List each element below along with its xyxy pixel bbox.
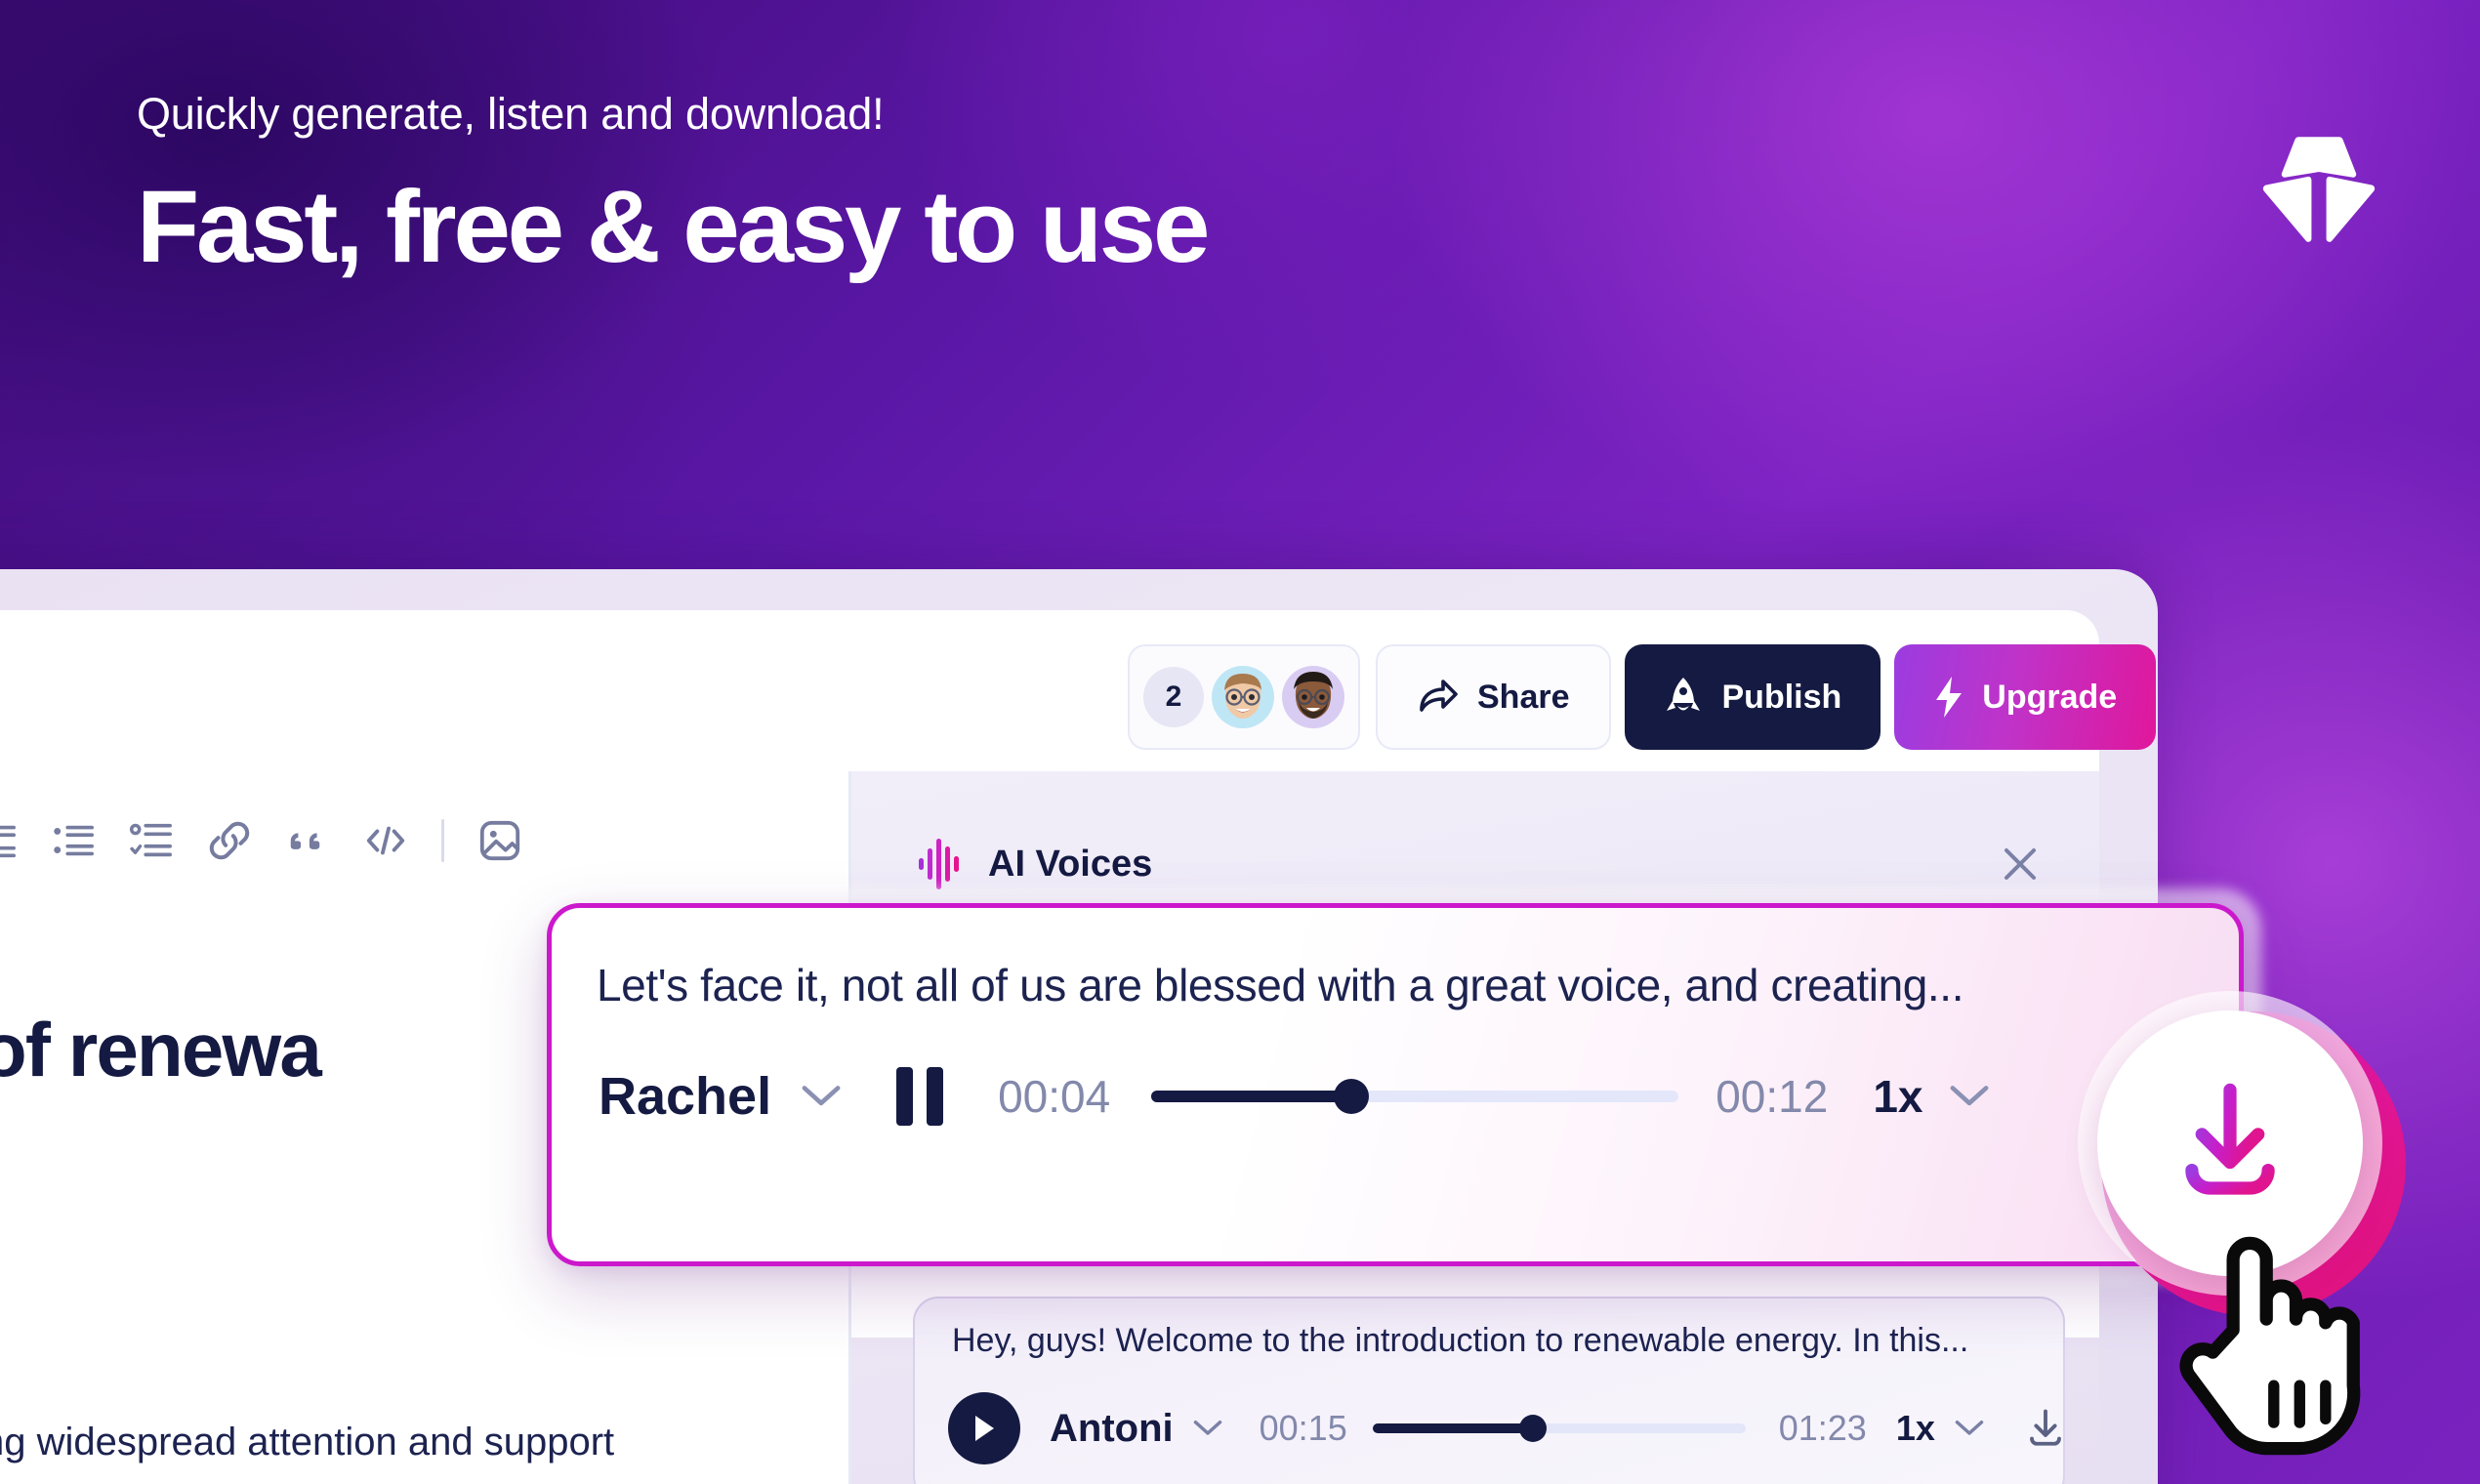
toolbar-divider xyxy=(441,819,444,862)
voice-clip-controls: Antoni 00:15 01:23 1x xyxy=(948,1392,2066,1464)
upgrade-button[interactable]: Upgrade xyxy=(1894,644,2157,750)
hero-subtitle: Quickly generate, listen and download! xyxy=(137,89,885,139)
rocket-icon xyxy=(1666,678,1700,711)
collaborator-count: 2 xyxy=(1143,667,1204,727)
active-voice-player-card[interactable]: Let's face it, not all of us are blessed… xyxy=(547,903,2244,1266)
lightning-bolt-icon xyxy=(1936,677,1963,718)
chevron-down-icon[interactable] xyxy=(1955,1420,1984,1437)
hero-section: Quickly generate, listen and download! F… xyxy=(137,88,1210,284)
editor-toolbar: 1 2 xyxy=(0,818,522,863)
topbar-actions: 2 Share Publish Upgrade xyxy=(1128,644,2157,750)
total-time: 01:23 xyxy=(1778,1408,1867,1448)
pause-button[interactable] xyxy=(896,1067,944,1126)
play-button[interactable] xyxy=(948,1392,1020,1464)
avatar[interactable] xyxy=(1212,666,1274,728)
publish-button[interactable]: Publish xyxy=(1624,644,1881,750)
share-arrow-icon xyxy=(1420,680,1458,712)
quote-icon[interactable] xyxy=(285,818,330,863)
current-time: 00:04 xyxy=(998,1071,1111,1122)
document-heading: re of renewa xyxy=(0,1007,322,1092)
progress-slider[interactable] xyxy=(1372,1415,1746,1442)
share-label: Share xyxy=(1477,678,1570,716)
slider-knob[interactable] xyxy=(1334,1079,1370,1114)
download-icon[interactable] xyxy=(2025,1408,2066,1449)
voice-name[interactable]: Antoni xyxy=(1050,1407,1174,1451)
bullet-list-icon[interactable] xyxy=(51,818,96,863)
share-button[interactable]: Share xyxy=(1376,644,1611,750)
player-controls: Rachel 00:04 00:12 1x xyxy=(599,1066,1990,1127)
voice-name[interactable]: Rachel xyxy=(599,1066,771,1127)
download-icon xyxy=(2185,1083,2275,1195)
image-icon[interactable] xyxy=(477,818,522,863)
playback-rate[interactable]: 1x xyxy=(1873,1070,1922,1123)
progress-slider[interactable] xyxy=(1151,1079,1679,1114)
collaborators-group[interactable]: 2 xyxy=(1128,644,1360,750)
ai-voices-title: AI Voices xyxy=(988,843,1153,885)
document-paragraph: ining widespread attention and support xyxy=(0,1421,615,1463)
voice-clip-text: Hey, guys! Welcome to the introduction t… xyxy=(952,1322,1969,1359)
link-icon[interactable] xyxy=(207,818,252,863)
player-text: Let's face it, not all of us are blessed… xyxy=(597,960,1964,1010)
chevron-down-icon[interactable] xyxy=(1949,1085,1990,1108)
tango-brand-logo-icon xyxy=(2255,135,2382,247)
pause-icon xyxy=(896,1067,914,1126)
hero-title: Fast, free & easy to use xyxy=(137,170,1210,284)
upgrade-label: Upgrade xyxy=(1982,678,2118,716)
slider-fill xyxy=(1151,1091,1352,1102)
chevron-down-icon[interactable] xyxy=(1193,1420,1222,1437)
numbered-list-icon[interactable]: 1 2 xyxy=(0,818,18,863)
close-icon[interactable] xyxy=(2000,844,2041,885)
code-icon[interactable] xyxy=(363,818,408,863)
voice-clip-card[interactable]: Hey, guys! Welcome to the introduction t… xyxy=(913,1297,2065,1484)
publish-label: Publish xyxy=(1721,678,1842,716)
avatar[interactable] xyxy=(1282,666,1344,728)
chevron-down-icon[interactable] xyxy=(801,1085,842,1108)
slider-knob[interactable] xyxy=(1518,1415,1547,1442)
total-time: 00:12 xyxy=(1715,1071,1829,1122)
current-time: 00:15 xyxy=(1259,1408,1347,1448)
slider-fill xyxy=(1372,1423,1533,1433)
play-icon xyxy=(975,1416,994,1441)
pointing-hand-cursor-icon xyxy=(2179,1236,2361,1456)
checklist-icon[interactable] xyxy=(129,818,174,863)
playback-rate[interactable]: 1x xyxy=(1896,1408,1935,1449)
audio-waveform-icon xyxy=(919,839,959,889)
pause-icon xyxy=(927,1067,944,1126)
